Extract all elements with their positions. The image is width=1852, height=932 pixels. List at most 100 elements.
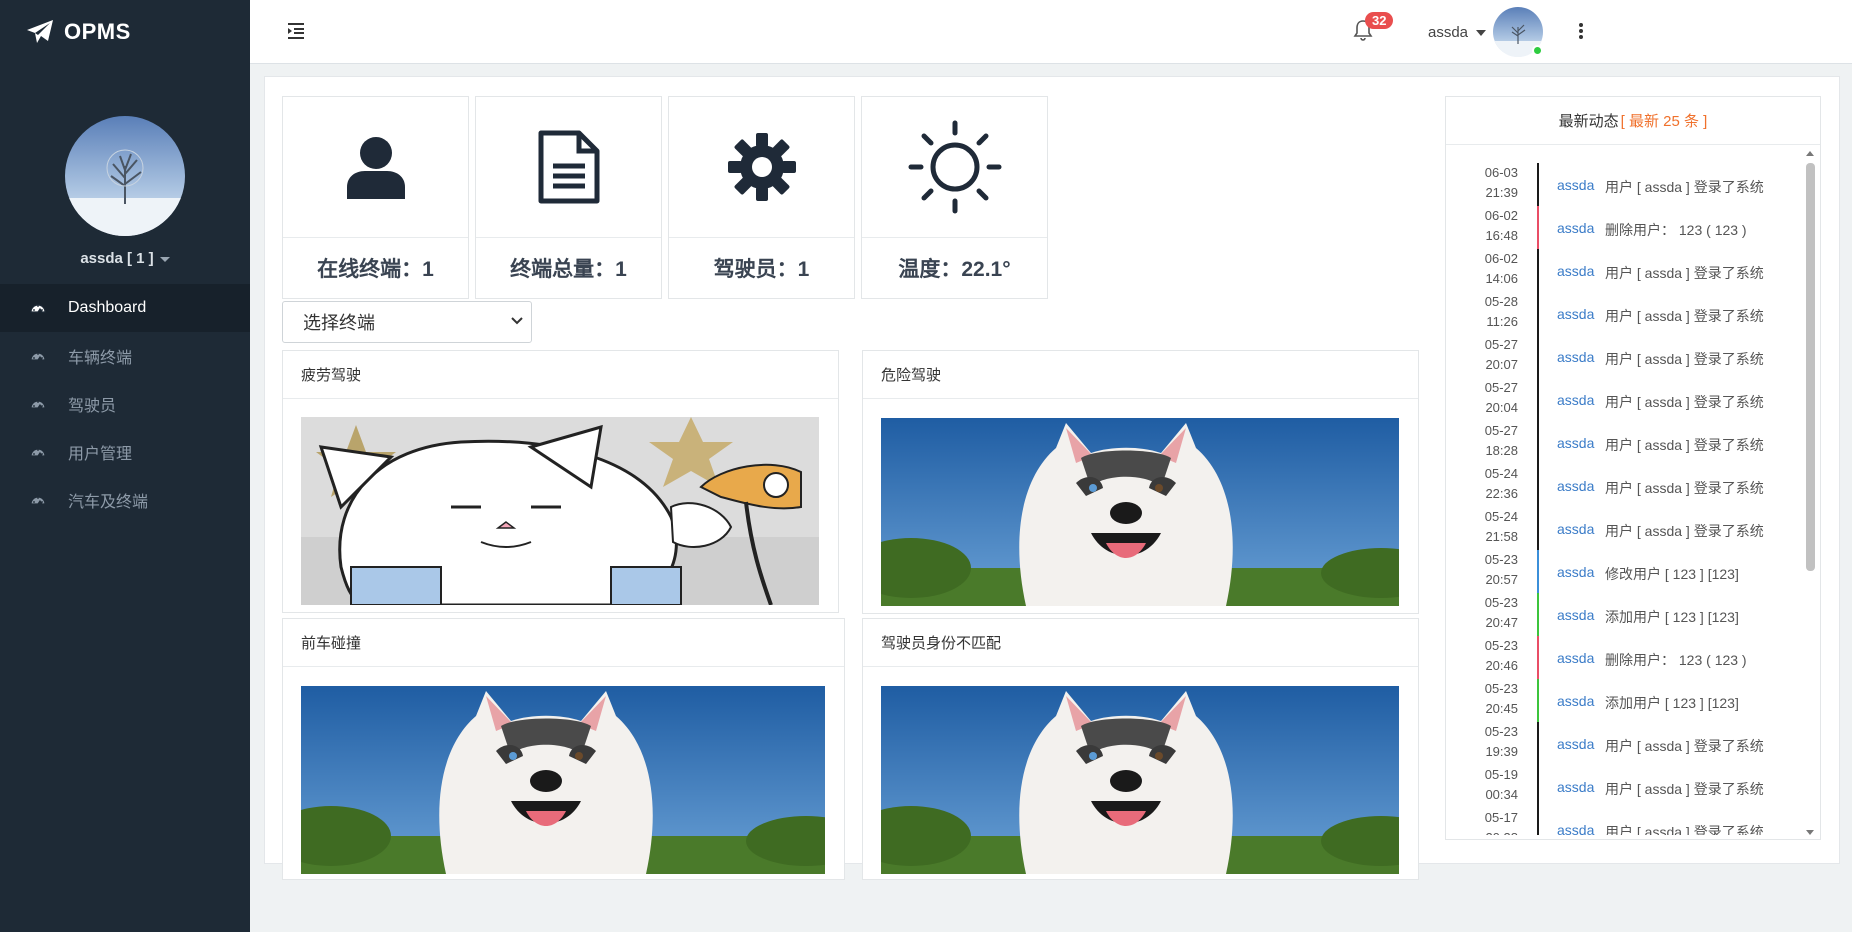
activity-date-time: 16:48: [1485, 228, 1518, 243]
activity-user-link[interactable]: assda: [1557, 435, 1594, 451]
avatar[interactable]: [65, 116, 185, 236]
activity-date-day: 05-27: [1484, 423, 1518, 438]
activity-date-time: 20:57: [1485, 572, 1518, 587]
card-title: 危险驾驶: [863, 351, 1418, 399]
brand-name: OPMS: [64, 19, 131, 44]
activity-type-bar: [1537, 335, 1539, 378]
activity-user-link[interactable]: assda: [1557, 607, 1594, 623]
sidebar-item-drivers[interactable]: 驾驶员: [0, 380, 250, 428]
stat-label: 温度：22.1°: [898, 258, 1011, 281]
activity-type-bar: [1537, 163, 1539, 206]
sun-icon: [908, 120, 1001, 214]
activity-date-day: 05-27: [1484, 337, 1518, 352]
activity-scrollbar[interactable]: [1802, 149, 1818, 837]
activity-user-link[interactable]: assda: [1557, 306, 1594, 322]
activity-date-day: 06-02: [1484, 208, 1518, 223]
menu-toggle-button[interactable]: [286, 22, 306, 45]
document-icon: [538, 130, 599, 204]
card-title: 疲劳驾驶: [283, 351, 838, 399]
card-image[interactable]: [881, 418, 1399, 606]
activity-type-bar: [1537, 765, 1539, 808]
activity-item: 05-23 20:46 assda 删除用户： 123 ( 123 ): [1446, 636, 1802, 679]
activity-date: 05-23 19:39: [1466, 722, 1518, 762]
activity-user-link[interactable]: assda: [1557, 650, 1594, 666]
stat-total-terminals: 终端总量：1: [475, 96, 662, 299]
activity-item: 06-02 16:48 assda 删除用户： 123 ( 123 ): [1446, 206, 1802, 249]
activity-user-link[interactable]: assda: [1557, 779, 1594, 795]
activity-date-day: 05-23: [1484, 638, 1518, 653]
activity-type-bar: [1537, 292, 1539, 335]
topbar: [250, 0, 1852, 64]
activity-user-link[interactable]: assda: [1557, 822, 1594, 835]
activity-type-bar: [1537, 507, 1539, 550]
activity-date: 05-23 20:46: [1466, 636, 1518, 676]
activity-date: 06-02 16:48: [1466, 206, 1518, 246]
activity-user-link[interactable]: assda: [1557, 564, 1594, 580]
card-image[interactable]: [301, 686, 825, 874]
activity-text: 添加用户 [ 123 ] [123]: [1605, 609, 1739, 625]
activity-user-link[interactable]: assda: [1557, 736, 1594, 752]
scroll-up-icon: [1806, 151, 1814, 156]
terminal-select[interactable]: 选择终端: [282, 301, 532, 343]
scrollbar-thumb[interactable]: [1806, 163, 1815, 571]
activity-date: 06-02 14:06: [1466, 249, 1518, 289]
card-title: 驾驶员身份不匹配: [863, 619, 1418, 667]
activity-type-bar: [1537, 550, 1539, 593]
activity-item: 05-23 19:39 assda 用户 [ assda ] 登录了系统: [1446, 722, 1802, 765]
sidebar-item-label: 车辆终端: [68, 350, 133, 367]
sidebar-item-cars-and-terminals[interactable]: 汽车及终端: [0, 476, 250, 524]
activity-date-day: 05-27: [1484, 380, 1518, 395]
sidebar-item-vehicle-terminals[interactable]: 车辆终端: [0, 332, 250, 380]
activity-type-bar: [1537, 679, 1539, 722]
more-options-button[interactable]: [1578, 22, 1584, 45]
activity-date-time: 20:47: [1485, 615, 1518, 630]
dashboard-icon: [30, 400, 46, 409]
card-image[interactable]: [881, 686, 1399, 874]
activity-user-link[interactable]: assda: [1557, 263, 1594, 279]
activity-item: 05-23 20:57 assda 修改用户 [ 123 ] [123]: [1446, 550, 1802, 593]
card-dangerous-driving: 危险驾驶: [862, 350, 1419, 614]
activity-text: 用户 [ assda ] 登录了系统: [1605, 738, 1764, 754]
terminal-select-value: 选择终端: [303, 313, 375, 333]
activity-user-link[interactable]: assda: [1557, 349, 1594, 365]
activity-timeline[interactable]: 06-03 21:39 assda 用户 [ assda ] 登录了系统 06-02 16…: [1446, 163, 1802, 835]
activity-type-bar: [1537, 593, 1539, 636]
activity-date: 05-27 20:04: [1466, 378, 1518, 418]
username: assda: [1428, 24, 1469, 41]
activity-user-link[interactable]: assda: [1557, 177, 1594, 193]
activity-date-time: 20:46: [1485, 658, 1518, 673]
profile-name[interactable]: assda [ 1 ]: [0, 250, 250, 267]
activity-date-time: 22:36: [1485, 486, 1518, 501]
activity-text: 用户 [ assda ] 登录了系统: [1605, 394, 1764, 410]
activity-user-link[interactable]: assda: [1557, 693, 1594, 709]
activity-user-link[interactable]: assda: [1557, 392, 1594, 408]
stat-label: 在线终端：1: [317, 258, 434, 281]
brand[interactable]: OPMS: [0, 0, 250, 64]
user-menu[interactable]: assda: [1428, 24, 1487, 41]
activity-user-link[interactable]: assda: [1557, 521, 1594, 537]
activity-item: 06-02 14:06 assda 用户 [ assda ] 登录了系统: [1446, 249, 1802, 292]
sidebar-profile: assda [ 1 ]: [0, 64, 250, 267]
card-image[interactable]: [301, 417, 819, 605]
sidebar: OPMS assda [ 1 ] Dashboard 车辆终端 驾驶员 用户管理…: [0, 0, 250, 932]
activity-user-link[interactable]: assda: [1557, 220, 1594, 236]
activity-date: 05-24 22:36: [1466, 464, 1518, 504]
activity-user-link[interactable]: assda: [1557, 478, 1594, 494]
kebab-icon: [1579, 23, 1583, 39]
stat-online-terminals: 在线终端：1: [282, 96, 469, 299]
dashboard-icon: [30, 448, 46, 457]
sidebar-nav: Dashboard 车辆终端 驾驶员 用户管理 汽车及终端: [0, 284, 250, 524]
activity-date: 06-03 21:39: [1466, 163, 1518, 203]
activity-date-day: 05-23: [1484, 724, 1518, 739]
activity-text: 用户 [ assda ] 登录了系统: [1605, 308, 1764, 324]
activity-text: 删除用户： 123 ( 123 ): [1605, 652, 1747, 668]
activity-date: 05-23 20:57: [1466, 550, 1518, 590]
sidebar-item-label: Dashboard: [68, 299, 147, 316]
activity-text: 用户 [ assda ] 登录了系统: [1605, 265, 1764, 281]
activity-date: 05-28 11:26: [1466, 292, 1518, 332]
activity-date-time: 21:39: [1485, 185, 1518, 200]
activity-date: 05-24 21:58: [1466, 507, 1518, 547]
activity-type-bar: [1537, 206, 1539, 249]
sidebar-item-user-management[interactable]: 用户管理: [0, 428, 250, 476]
sidebar-item-dashboard[interactable]: Dashboard: [0, 284, 250, 332]
